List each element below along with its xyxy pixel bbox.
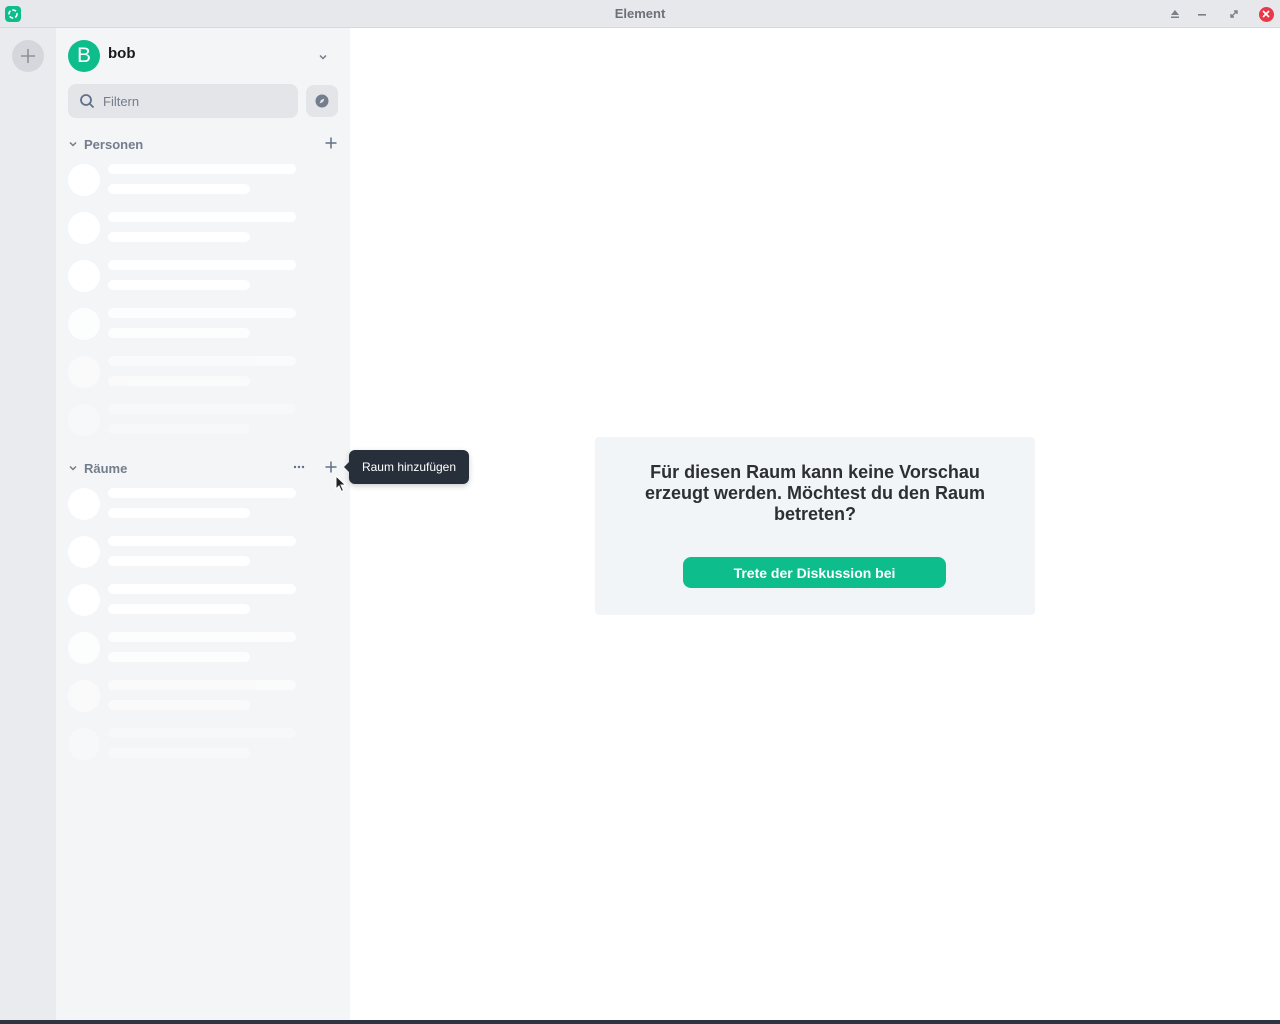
- explore-rooms-button[interactable]: [306, 85, 338, 117]
- close-button[interactable]: [1258, 6, 1274, 22]
- list-item-placeholder: [68, 536, 328, 580]
- list-item-placeholder: [68, 260, 328, 304]
- list-item-placeholder: [68, 404, 328, 448]
- eject-icon[interactable]: [1166, 5, 1184, 23]
- plus-icon: [21, 49, 35, 63]
- list-item-placeholder: [68, 164, 328, 208]
- chevron-down-icon[interactable]: [68, 139, 78, 149]
- window-title: Element: [614, 6, 666, 21]
- plus-icon[interactable]: [324, 460, 338, 474]
- add-room-tooltip: Raum hinzufügen: [344, 450, 469, 484]
- plus-icon[interactable]: [324, 136, 338, 150]
- list-item-placeholder: [68, 308, 328, 352]
- create-space-button[interactable]: [12, 40, 44, 72]
- close-icon[interactable]: [1257, 5, 1275, 23]
- search-icon: [80, 94, 95, 109]
- list-item-placeholder: [68, 632, 328, 676]
- user-name[interactable]: bob: [108, 45, 136, 62]
- section-label-people: Personen: [84, 137, 144, 152]
- section-label-rooms: Räume: [84, 461, 128, 476]
- list-item-placeholder: [68, 728, 328, 772]
- space-panel: [0, 28, 56, 1020]
- user-avatar[interactable]: B: [68, 40, 100, 72]
- chevron-down-icon[interactable]: [316, 50, 330, 64]
- list-item-placeholder: [68, 680, 328, 724]
- list-item-placeholder: [68, 488, 328, 532]
- filter-input[interactable]: [103, 93, 283, 109]
- title-bar: Element: [0, 0, 1280, 28]
- join-room-button[interactable]: Trete der Diskussion bei: [683, 557, 946, 588]
- room-preview-card: Für diesen Raum kann keine Vorschau erze…: [595, 437, 1035, 615]
- section-header-rooms[interactable]: Räume: [68, 459, 338, 479]
- maximize-icon[interactable]: [1225, 5, 1243, 23]
- list-item-placeholder: [68, 584, 328, 628]
- compass-icon: [315, 94, 329, 108]
- mouse-cursor-icon: [335, 475, 347, 493]
- section-header-people[interactable]: Personen: [68, 135, 338, 155]
- filter-box[interactable]: [68, 84, 298, 118]
- chevron-down-icon[interactable]: [68, 463, 78, 473]
- more-options-icon[interactable]: [292, 460, 306, 474]
- list-item-placeholder: [68, 356, 328, 400]
- room-list-panel: B bob Personen Räume: [56, 28, 350, 1020]
- list-item-placeholder: [68, 212, 328, 256]
- element-logo-icon: [5, 6, 21, 22]
- minimize-icon[interactable]: [1193, 5, 1211, 23]
- preview-message: Für diesen Raum kann keine Vorschau erze…: [644, 462, 986, 524]
- taskbar-edge: [0, 1020, 1280, 1024]
